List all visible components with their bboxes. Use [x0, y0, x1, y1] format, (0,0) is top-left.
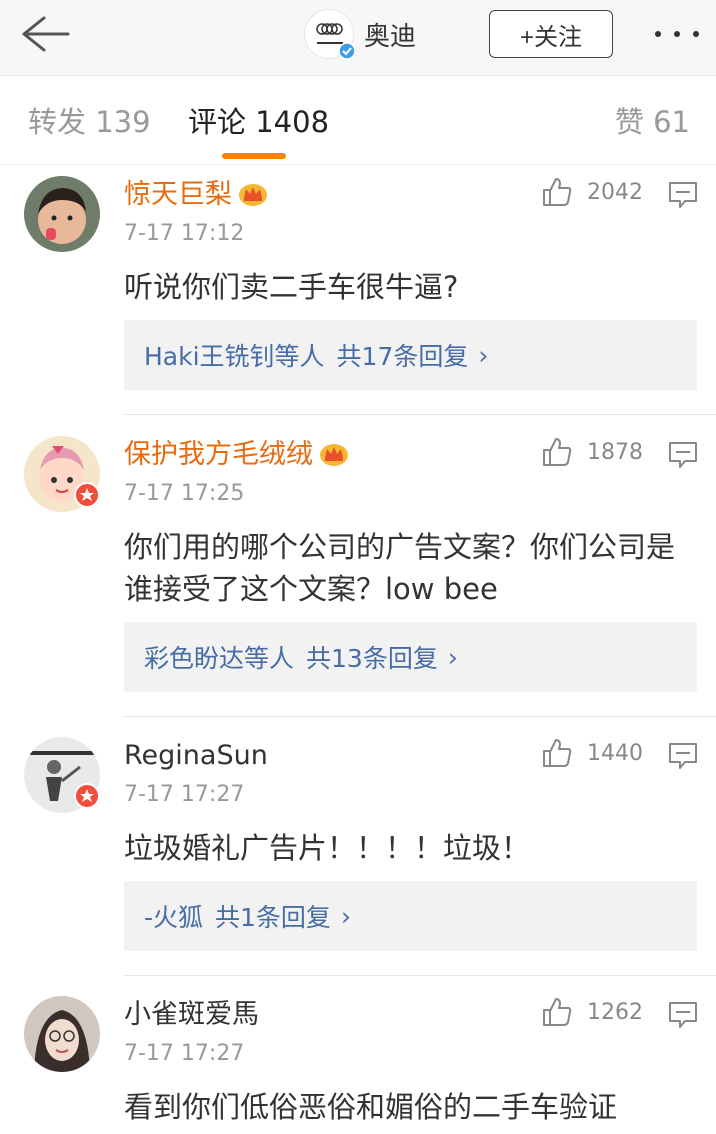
- tab-likes[interactable]: 赞 61: [615, 105, 690, 139]
- chevron-right-icon: ›: [478, 340, 489, 370]
- reply-button[interactable]: [668, 181, 698, 213]
- username[interactable]: 惊天巨梨: [124, 178, 268, 212]
- comment-item[interactable]: 保护我方毛绒绒 7-17 17:25 1878 你们用的哪个公司的广告文案？你们…: [0, 426, 716, 718]
- thumbs-up-icon: [543, 998, 572, 1026]
- account-name: 奥迪: [364, 21, 417, 52]
- thumbs-up-icon: [543, 438, 572, 466]
- top-nav-bar: 奥迪 +关注: [0, 0, 716, 76]
- divider: [124, 975, 716, 976]
- comment-item[interactable]: 小雀斑爱馬 7-17 17:27 1262 看到你们低俗恶俗和媚俗的二手车验证: [0, 986, 716, 1134]
- replies-users: Haki王铣钊等人: [144, 342, 325, 371]
- comment-text: 看到你们低俗恶俗和媚俗的二手车验证: [124, 1090, 618, 1124]
- tab-comments[interactable]: 评论 1408: [188, 105, 329, 139]
- chevron-right-icon: ›: [340, 901, 351, 931]
- comment-time: 7-17 17:12: [124, 221, 245, 246]
- comment-bubble-icon: [669, 182, 697, 208]
- chevron-right-icon: ›: [447, 642, 458, 672]
- avatar[interactable]: [24, 996, 100, 1072]
- account-avatar[interactable]: [304, 9, 356, 60]
- more-dots-icon: [655, 31, 699, 37]
- verified-badge-icon: [74, 783, 100, 809]
- comment-bubble-icon: [669, 1002, 697, 1028]
- comment-bubble-icon: [669, 743, 697, 769]
- divider: [124, 716, 716, 717]
- replies-summary[interactable]: 彩色盼达等人 共13条回复 ›: [124, 622, 697, 692]
- like-count: 1440: [587, 740, 643, 766]
- avatar[interactable]: [24, 176, 100, 252]
- follow-button[interactable]: +关注: [489, 10, 613, 58]
- reply-button[interactable]: [668, 742, 698, 774]
- like-count: 1262: [587, 999, 643, 1025]
- vip-crown-icon: [239, 183, 267, 206]
- back-button[interactable]: [14, 12, 74, 56]
- replies-users: 彩色盼达等人: [144, 644, 295, 673]
- comment-item[interactable]: 惊天巨梨 7-17 17:12 2042 听说你们卖二手车很牛逼? Haki王铣…: [0, 166, 716, 416]
- comment-text: 你们用的哪个公司的广告文案？你们公司是谁接受了这个文案？low bee: [124, 530, 676, 606]
- thumbs-up-icon: [543, 739, 572, 767]
- reply-button[interactable]: [668, 441, 698, 473]
- vip-crown-icon: [320, 443, 348, 466]
- like-button[interactable]: 1262: [541, 995, 643, 1029]
- verified-badge-icon: [338, 42, 356, 60]
- back-arrow-icon: [22, 16, 70, 52]
- thumbs-up-icon: [543, 178, 572, 206]
- comment-item[interactable]: ReginaSun 7-17 17:27 1440 垃圾婚礼广告片！！！！垃圾！…: [0, 727, 716, 977]
- tab-bar: 转发 139 评论 1408 赞 61: [0, 77, 716, 165]
- comment-time: 7-17 17:25: [124, 481, 245, 506]
- username[interactable]: 小雀斑爱馬: [124, 998, 259, 1032]
- username[interactable]: ReginaSun: [124, 739, 268, 773]
- replies-count: 共17条回复: [336, 342, 469, 371]
- username[interactable]: 保护我方毛绒绒: [124, 438, 349, 472]
- account-header[interactable]: 奥迪: [304, 9, 417, 60]
- like-button[interactable]: 1440: [541, 736, 643, 770]
- comment-time: 7-17 17:27: [124, 1041, 245, 1066]
- like-button[interactable]: 2042: [541, 175, 643, 209]
- replies-count: 共13条回复: [306, 644, 438, 673]
- active-tab-indicator: [222, 153, 286, 159]
- like-count: 2042: [587, 179, 643, 205]
- replies-summary[interactable]: -火狐 共1条回复 ›: [124, 881, 697, 951]
- reply-button[interactable]: [668, 1001, 698, 1033]
- like-count: 1878: [587, 439, 643, 465]
- comment-text: 听说你们卖二手车很牛逼?: [124, 270, 459, 304]
- replies-count: 共1条回复: [215, 903, 331, 932]
- verified-badge-icon: [74, 482, 100, 508]
- replies-users: -火狐: [144, 903, 204, 932]
- comment-text: 垃圾婚礼广告片！！！！垃圾！: [124, 831, 531, 865]
- like-button[interactable]: 1878: [541, 435, 643, 469]
- tab-reposts[interactable]: 转发 139: [28, 105, 151, 139]
- divider: [124, 414, 716, 415]
- comment-time: 7-17 17:27: [124, 782, 245, 807]
- more-options-button[interactable]: [652, 24, 702, 44]
- comment-bubble-icon: [669, 442, 697, 468]
- replies-summary[interactable]: Haki王铣钊等人 共17条回复 ›: [124, 320, 697, 390]
